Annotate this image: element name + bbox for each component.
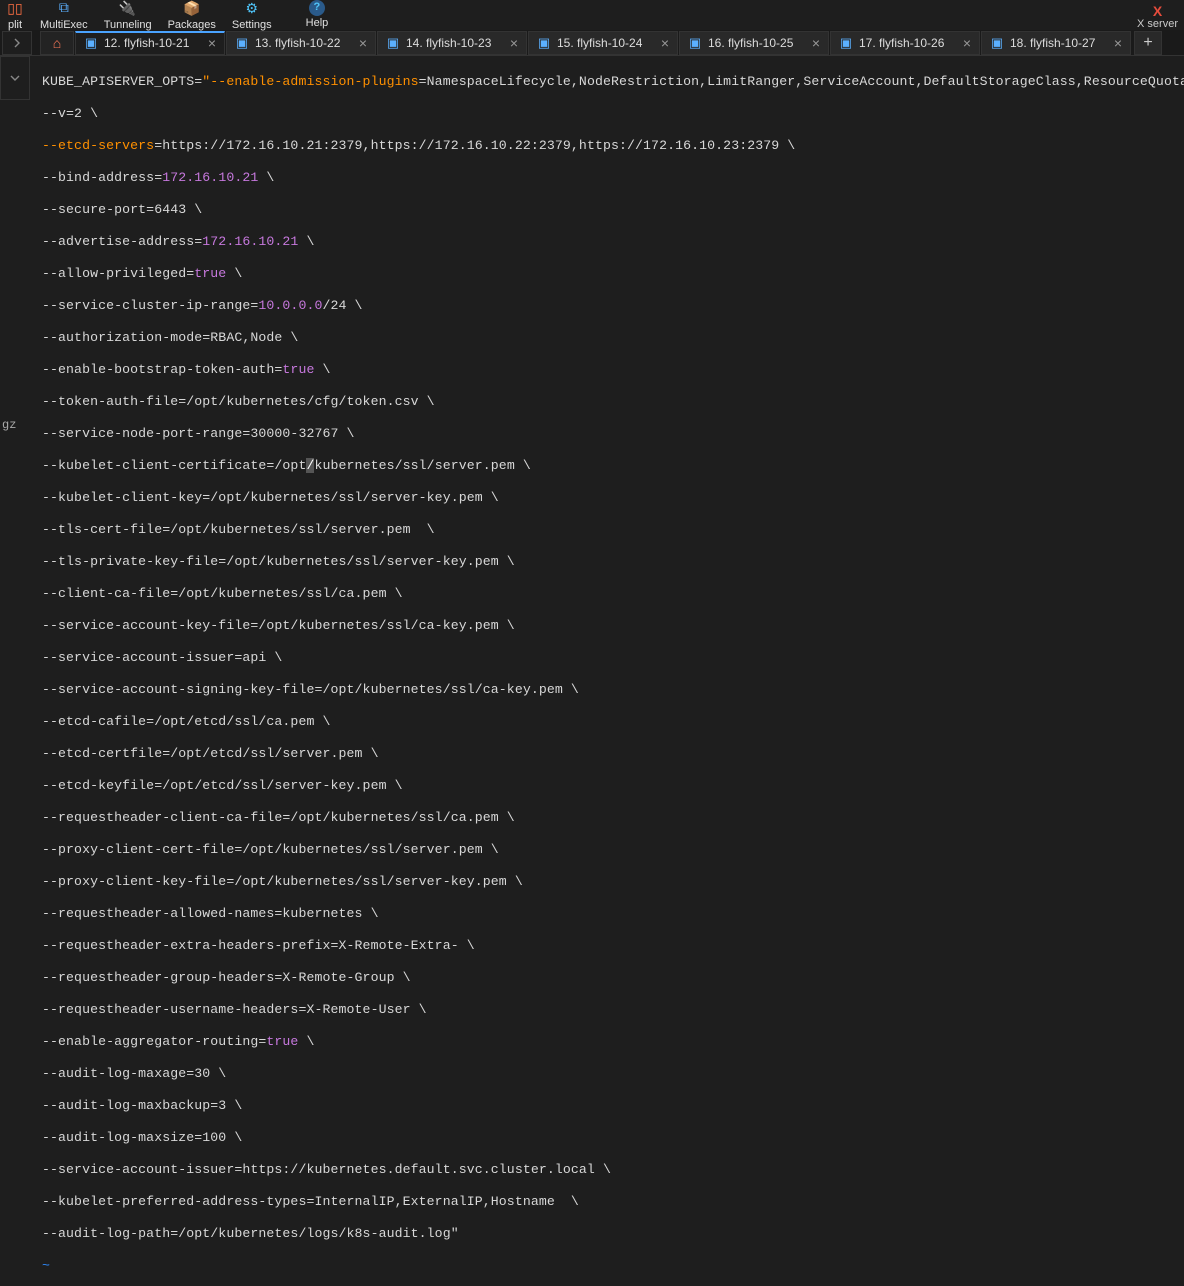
- xserver-x-icon: X: [1153, 4, 1162, 18]
- close-icon[interactable]: ×: [812, 36, 820, 50]
- tab-12[interactable]: ▣ 12. flyfish-10-21 ×: [75, 31, 225, 55]
- toolbar-multiexec[interactable]: ⧉ MultiExec: [36, 0, 92, 31]
- split-icon: ▯▯: [6, 0, 24, 18]
- tunneling-icon: 🔌: [119, 0, 137, 18]
- settings-icon: ⚙: [243, 0, 261, 18]
- close-icon[interactable]: ×: [1114, 36, 1122, 50]
- xserver-indicator[interactable]: X X server: [1137, 4, 1178, 30]
- tab-14[interactable]: ▣ 14. flyfish-10-23 ×: [377, 31, 527, 55]
- home-tab[interactable]: ⌂: [40, 31, 74, 55]
- terminal-output[interactable]: KUBE_APISERVER_OPTS="--enable-admission-…: [42, 58, 1182, 1286]
- session-dropdown[interactable]: [0, 56, 30, 100]
- tab-15[interactable]: ▣ 15. flyfish-10-24 ×: [528, 31, 678, 55]
- terminal-icon: ▣: [537, 36, 551, 50]
- terminal-icon: ▣: [688, 36, 702, 50]
- side-label: gz: [2, 418, 16, 432]
- toolbar-tunneling[interactable]: 🔌 Tunneling: [100, 0, 156, 31]
- sidebar-toggle[interactable]: [2, 31, 32, 55]
- home-icon: ⌂: [53, 35, 61, 51]
- close-icon[interactable]: ×: [510, 36, 518, 50]
- tab-bar: ⌂ ▣ 12. flyfish-10-21 × ▣ 13. flyfish-10…: [0, 30, 1184, 56]
- help-icon: ?: [309, 0, 325, 16]
- tab-16[interactable]: ▣ 16. flyfish-10-25 ×: [679, 31, 829, 55]
- packages-icon: 📦: [183, 0, 201, 18]
- terminal-icon: ▣: [990, 36, 1004, 50]
- terminal-icon: ▣: [84, 36, 98, 50]
- close-icon[interactable]: ×: [208, 36, 216, 50]
- toolbar-split[interactable]: ▯▯ plit: [2, 0, 28, 31]
- chevron-right-icon: [12, 38, 22, 48]
- toolbar-help[interactable]: ? Help: [302, 0, 333, 29]
- terminal-icon: ▣: [386, 36, 400, 50]
- close-icon[interactable]: ×: [963, 36, 971, 50]
- terminal-icon: ▣: [839, 36, 853, 50]
- main-toolbar: ▯▯ plit ⧉ MultiExec 🔌 Tunneling 📦 Packag…: [0, 0, 1184, 30]
- new-tab-button[interactable]: +: [1134, 31, 1162, 55]
- toolbar-settings[interactable]: ⚙ Settings: [228, 0, 276, 31]
- chevron-down-icon: [10, 73, 20, 83]
- close-icon[interactable]: ×: [359, 36, 367, 50]
- tab-17[interactable]: ▣ 17. flyfish-10-26 ×: [830, 31, 980, 55]
- tab-13[interactable]: ▣ 13. flyfish-10-22 ×: [226, 31, 376, 55]
- close-icon[interactable]: ×: [661, 36, 669, 50]
- toolbar-packages[interactable]: 📦 Packages: [164, 0, 220, 31]
- terminal-icon: ▣: [235, 36, 249, 50]
- tab-18[interactable]: ▣ 18. flyfish-10-27 ×: [981, 31, 1131, 55]
- multiexec-icon: ⧉: [55, 0, 73, 18]
